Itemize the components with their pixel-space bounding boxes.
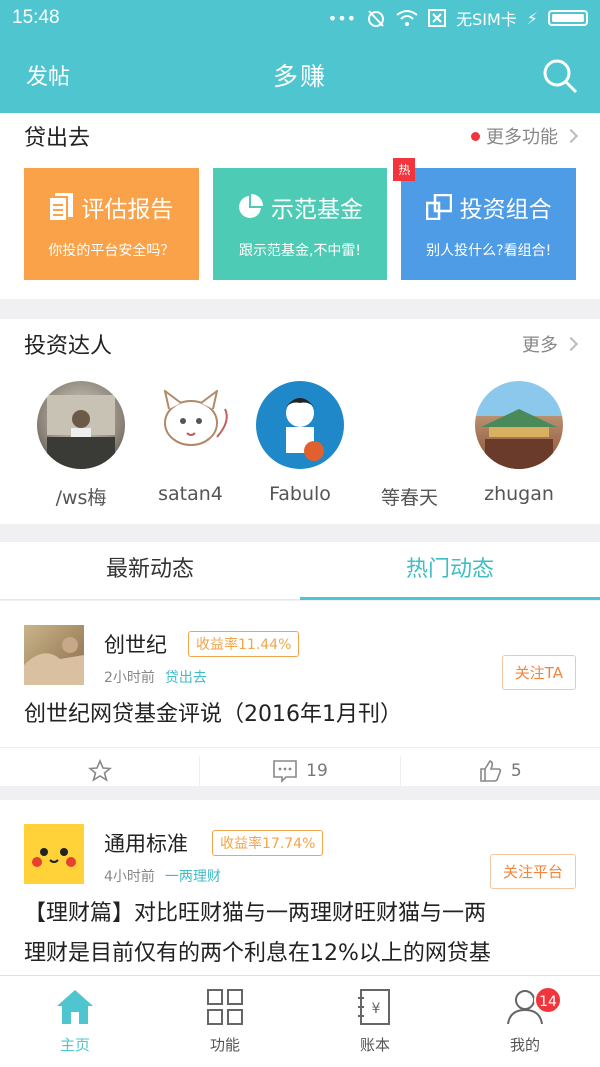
more-experts-link[interactable]: 更多: [522, 331, 579, 357]
ledger-icon: ¥: [358, 989, 390, 1025]
like-count: 5: [510, 760, 522, 781]
avatar: [146, 381, 235, 469]
page-title: 多赚: [272, 61, 327, 91]
chevron-right-icon: [563, 336, 579, 352]
experts-title: 投资达人: [24, 334, 113, 359]
favorite-button[interactable]: [0, 755, 201, 786]
avatar[interactable]: [24, 824, 84, 884]
post-text[interactable]: 【理财篇】对比旺财猫与一两理财旺财猫与一两 理财是目前仅有的两个利息在12%以上…: [0, 874, 600, 974]
experts-section: 投资达人 更多 /ws梅 satan4 Fabulo 等春天 zhugan: [0, 319, 600, 524]
avatar: [475, 381, 563, 469]
more-features-link[interactable]: 更多功能: [471, 123, 579, 149]
expert-item[interactable]: zhugan: [474, 381, 564, 510]
card-title: 评估报告: [81, 197, 174, 223]
expert-name: /ws梅: [55, 487, 107, 509]
card-model-fund[interactable]: 示范基金 跟示范基金,不中雷!: [212, 168, 388, 280]
expert-item[interactable]: satan4: [146, 381, 236, 510]
expert-item[interactable]: /ws梅: [36, 381, 126, 510]
post-time: 2小时前: [104, 670, 155, 686]
lend-title: 贷出去: [24, 126, 91, 151]
card-portfolio[interactable]: 热 投资组合 别人投什么?看组合!: [393, 158, 577, 280]
post-category[interactable]: 一两理财: [165, 869, 221, 885]
avatar: [256, 381, 344, 469]
nav-ledger[interactable]: ¥ 账本: [300, 976, 450, 1067]
sim-x-icon: [428, 9, 447, 27]
chevron-right-icon: [563, 128, 579, 144]
status-bar: 15:48 ••• 无SIM卡 ⚡: [0, 0, 600, 36]
more-dots-icon: •••: [327, 8, 357, 28]
alarm-off-icon: [368, 10, 385, 27]
star-icon: [87, 758, 112, 782]
pie-icon: [239, 194, 263, 218]
portfolio-icon: [425, 194, 452, 220]
card-assessment-report[interactable]: 评估报告 你投的平台安全吗？: [24, 168, 199, 280]
grid-icon: [207, 989, 243, 1025]
tab-hot[interactable]: 热门动态: [300, 542, 600, 600]
post-card[interactable]: 通用标准 收益率17.74% 4小时前 一两理财 关注平台 【理财篇】对比旺财猫与…: [0, 800, 600, 975]
post-card[interactable]: 创世纪 收益率11.44% 2小时前 贷出去 关注TA 创世纪网贷基金评说（201…: [0, 601, 600, 786]
card-subtitle: 你投的平台安全吗？: [48, 243, 175, 259]
avatar[interactable]: [24, 625, 84, 685]
lend-section: 贷出去 更多功能 评估报告 你投的平台安全吗？ 示范基金 跟示范基金,不中雷! …: [0, 113, 600, 299]
yield-badge: 收益率11.44%: [188, 631, 300, 657]
follow-button[interactable]: 关注平台: [489, 854, 576, 889]
comment-button[interactable]: 19: [200, 755, 401, 786]
tab-latest[interactable]: 最新动态: [0, 542, 300, 599]
post-actions: 19 5: [0, 747, 600, 793]
feed-tabs: 最新动态 热门动态: [0, 542, 600, 600]
nav-label: 我的: [509, 1036, 540, 1054]
post-meta: 2小时前 贷出去: [104, 667, 207, 687]
hot-badge: 热: [393, 158, 416, 181]
avatar: [37, 381, 125, 469]
card-subtitle: 别人投什么?看组合!: [426, 243, 552, 259]
more-features-label: 更多功能: [486, 127, 558, 148]
expert-item[interactable]: Fabulo: [255, 381, 345, 510]
expert-name: Fabulo: [269, 483, 331, 505]
bottom-nav: 主页 功能 ¥ 账本 14 我的: [0, 975, 600, 1067]
post-author[interactable]: 创世纪: [104, 629, 167, 659]
expert-name: satan4: [158, 483, 223, 505]
expert-item[interactable]: 等春天: [365, 381, 455, 510]
comment-count: 19: [306, 760, 328, 781]
post-button[interactable]: 发帖: [26, 59, 70, 91]
like-button[interactable]: 5: [401, 756, 600, 786]
battery-icon: [548, 10, 588, 26]
avatar: [365, 381, 454, 469]
status-time: 15:48: [12, 7, 60, 28]
thumbs-up-icon: [480, 759, 502, 782]
post-time: 4小时前: [104, 869, 155, 885]
more-experts-label: 更多: [522, 335, 558, 356]
nav-mine[interactable]: 14 我的: [450, 976, 600, 1067]
comment-icon: [273, 759, 297, 783]
search-icon[interactable]: [542, 58, 578, 94]
post-text-line: 理财是目前仅有的两个利息在12%以上的网贷基: [24, 941, 491, 966]
expert-name: zhugan: [484, 483, 554, 505]
new-dot-icon: [471, 131, 480, 141]
nav-label: 账本: [359, 1036, 390, 1054]
wifi-icon: [396, 10, 418, 26]
nav-home[interactable]: 主页: [0, 976, 150, 1067]
home-icon: [57, 990, 93, 1024]
card-subtitle: 跟示范基金,不中雷!: [238, 243, 362, 259]
yield-badge: 收益率17.74%: [212, 830, 324, 856]
card-title: 示范基金: [271, 197, 363, 223]
top-navbar: 发帖 多赚: [0, 36, 600, 113]
expert-name: 等春天: [380, 487, 438, 509]
report-icon: [49, 193, 74, 221]
svg-text:¥: ¥: [372, 1001, 381, 1017]
post-category[interactable]: 贷出去: [165, 670, 207, 686]
charging-icon: ⚡: [526, 8, 538, 28]
post-meta: 4小时前 一两理财: [104, 866, 221, 886]
post-author[interactable]: 通用标准: [104, 828, 188, 858]
post-text-line: 【理财篇】对比旺财猫与一两理财旺财猫与一两: [24, 901, 487, 926]
notification-badge: 14: [534, 986, 562, 1014]
nav-features[interactable]: 功能: [150, 976, 300, 1067]
follow-button[interactable]: 关注TA: [501, 655, 576, 690]
carrier-text: 无SIM卡: [456, 10, 517, 29]
nav-label: 功能: [209, 1036, 240, 1054]
card-title: 投资组合: [459, 197, 552, 223]
nav-label: 主页: [59, 1036, 90, 1054]
